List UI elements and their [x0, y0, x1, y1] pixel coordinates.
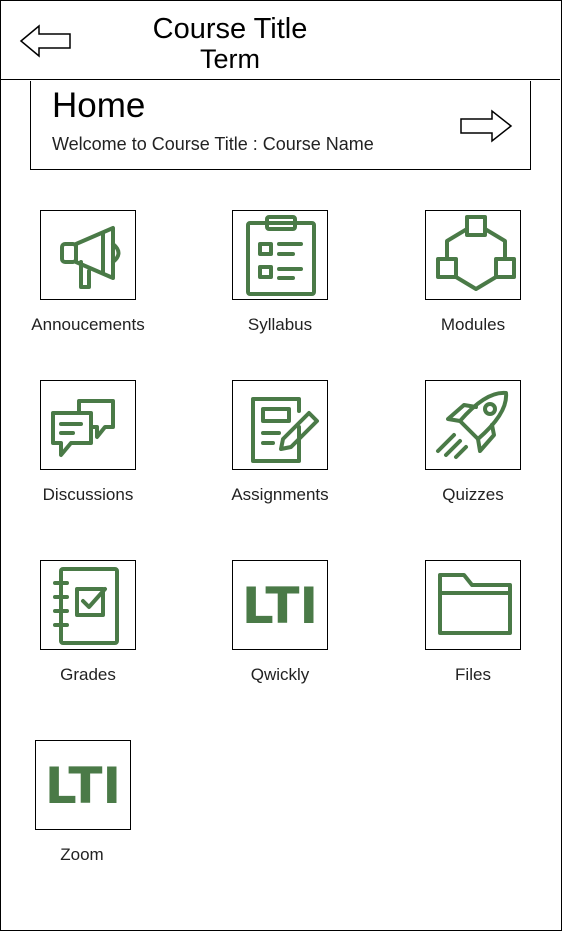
tile-annoucements[interactable] [40, 210, 136, 300]
folder-icon [438, 573, 512, 635]
course-term: Term [200, 44, 260, 74]
tile-assignments[interactable] [232, 380, 328, 470]
tile-label: Syllabus [247, 315, 313, 334]
clipboard-icon [246, 215, 316, 296]
tile-label: Files [455, 665, 491, 684]
tile-quizzes[interactable] [425, 380, 521, 470]
forward-arrow-icon[interactable] [459, 108, 513, 144]
lti-icon: LTI [45, 757, 121, 815]
tile-grades[interactable] [40, 560, 136, 650]
gradebook-icon [53, 567, 119, 645]
course-title: Course Title [152, 13, 308, 45]
home-card[interactable]: Home Welcome to Course Title : Course Na… [30, 81, 531, 170]
tile-discussions[interactable] [40, 380, 136, 470]
svg-text:LTI: LTI [45, 757, 121, 815]
rocket-icon [436, 390, 509, 459]
tile-label: Modules [440, 315, 506, 334]
svg-text:LTI: LTI [242, 577, 318, 635]
tile-zoom[interactable]: LTI [35, 740, 131, 830]
lti-icon: LTI [242, 577, 318, 635]
tile-label: Discussions [42, 485, 134, 504]
back-arrow-icon[interactable] [18, 23, 74, 59]
home-title: Home [52, 86, 146, 125]
tile-qwickly[interactable]: LTI [232, 560, 328, 650]
tile-label: Zoom [60, 845, 104, 864]
tile-syllabus[interactable] [232, 210, 328, 300]
megaphone-icon [60, 226, 121, 289]
tile-label: Quizzes [442, 485, 504, 504]
tile-files[interactable] [425, 560, 521, 650]
home-welcome-text: Welcome to Course Title : Course Name [52, 134, 374, 154]
tile-label: Assignments [231, 485, 329, 504]
tile-label: Annoucements [31, 315, 145, 334]
tile-label: Grades [60, 665, 116, 684]
assignment-icon [251, 397, 319, 463]
tile-modules[interactable] [425, 210, 521, 300]
header: Course Title Term [0, 0, 560, 80]
tile-label: Qwickly [250, 665, 310, 684]
modules-icon [436, 215, 516, 291]
discussion-bubbles-icon [51, 399, 115, 457]
